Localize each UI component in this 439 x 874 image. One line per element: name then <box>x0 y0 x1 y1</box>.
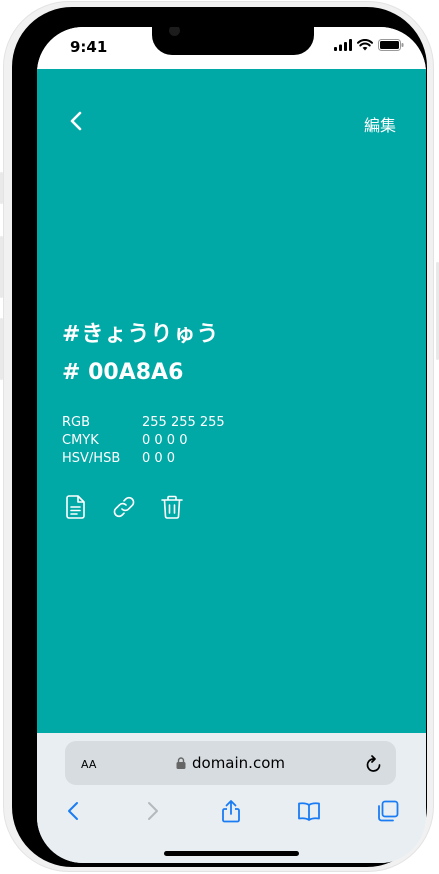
share-icon[interactable] <box>219 799 243 823</box>
spec-label: HSV/HSB <box>62 451 121 466</box>
color-name: #きょうりゅう <box>62 322 220 347</box>
notch <box>152 27 314 55</box>
bookmarks-icon[interactable] <box>297 799 321 823</box>
spec-row-rgb: RGB 255 255 255 <box>62 414 225 432</box>
url-text: domain.com <box>192 754 285 772</box>
tabs-icon[interactable] <box>376 799 400 823</box>
spec-value: 0 0 0 <box>142 451 176 466</box>
edit-button[interactable]: 編集 <box>364 112 396 136</box>
battery-icon <box>378 39 404 51</box>
document-icon[interactable] <box>63 494 89 520</box>
spec-value: 0 0 0 0 <box>142 433 188 448</box>
wifi-icon <box>357 39 373 51</box>
spec-value: 255 255 255 <box>142 415 225 430</box>
side-button-volume-up <box>0 236 3 298</box>
url-display[interactable]: domain.com <box>65 754 396 772</box>
address-bar[interactable]: AA domain.com <box>65 741 396 785</box>
home-indicator <box>164 851 299 856</box>
status-icons <box>334 39 404 51</box>
trash-icon[interactable] <box>159 494 185 520</box>
color-hex-code: # 00A8A6 <box>62 360 184 385</box>
color-detail-screen: 編集 #きょうりゅう # 00A8A6 RGB 255 255 255 CMYK… <box>37 69 426 733</box>
screen: 9:41 編集 #きょうりゅう # 00A8A6 RGB 255 255 255… <box>37 27 426 863</box>
link-icon[interactable] <box>111 494 137 520</box>
side-button-mute <box>0 172 3 204</box>
spec-row-cmyk: CMYK 0 0 0 0 <box>62 432 225 450</box>
spec-label: RGB <box>62 415 91 430</box>
back-chevron-icon[interactable] <box>65 109 89 133</box>
signal-icon <box>334 39 352 51</box>
spec-row-hsv: HSV/HSB 0 0 0 <box>62 450 225 468</box>
action-bar <box>63 494 185 520</box>
phone-body: 9:41 編集 #きょうりゅう # 00A8A6 RGB 255 255 255… <box>12 7 427 867</box>
browser-toolbar <box>37 791 426 831</box>
camera <box>169 27 180 36</box>
status-time: 9:41 <box>70 38 108 56</box>
lock-icon <box>176 757 186 769</box>
forward-icon[interactable] <box>140 799 164 823</box>
spec-label: CMYK <box>62 433 99 448</box>
reload-icon[interactable] <box>365 753 383 773</box>
color-specs: RGB 255 255 255 CMYK 0 0 0 0 HSV/HSB 0 0… <box>62 414 225 468</box>
back-icon[interactable] <box>62 799 86 823</box>
side-button-volume-down <box>0 318 3 380</box>
browser-chrome: AA domain.com <box>37 733 426 863</box>
